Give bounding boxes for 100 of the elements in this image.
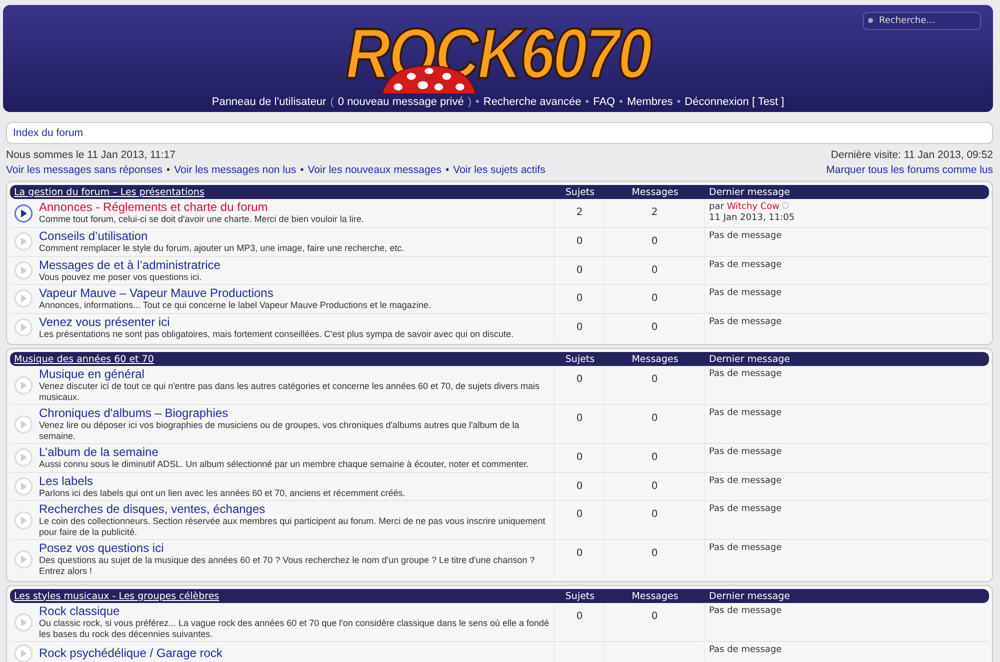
last-post-text: Pas de message <box>709 504 782 514</box>
header-nav-link[interactable]: Recherche avancée <box>483 96 582 108</box>
separator-text: ) <box>468 96 472 108</box>
last-post-date: 11 Jan 2013, 11:05 <box>709 213 796 224</box>
header-nav-link[interactable]: Membres <box>626 96 673 108</box>
forum-title[interactable]: Vapeur Mauve – Vapeur Mauve Productions <box>39 287 274 300</box>
topic-count: 0 <box>576 548 583 559</box>
column-header: Sujets <box>564 186 596 198</box>
column-header: Messages <box>630 590 680 602</box>
forum-description: Parlons ici des labels qui ont un lien avec les années 60 et 70, anciens et récemment créés. <box>39 488 406 498</box>
last-post-text: Pas de message <box>709 316 782 326</box>
post-count: 0 <box>651 509 658 520</box>
header-nav-link[interactable]: 0 nouveau message privé <box>338 96 464 108</box>
forum-description: Le coin des collectionneurs. Section réservée aux membres qui participent au forum. Merci de ne pas vous inscrire uniquement pour faire de la publicité. <box>39 516 546 537</box>
last-post-text: Pas de message <box>709 260 782 270</box>
category-title[interactable]: La gestion du forum – Les présentations <box>10 186 204 198</box>
column-header: Dernier message <box>708 186 792 198</box>
post-count: 0 <box>651 264 658 276</box>
topic-count: 0 <box>576 322 583 332</box>
header-nav-link[interactable]: Panneau de l’utilisateur <box>212 96 326 108</box>
header-nav-link[interactable]: Déconnexion [ Test ] <box>684 96 784 108</box>
forum-description: Venez lire ou déposer ici vos biographies de musiciens ou de groupes, vos chroniques d'albums autres que l'album de la semaine. <box>39 420 520 441</box>
nav-link[interactable]: Voir les sujets actifs <box>453 163 546 178</box>
last-post-text: Pas de message <box>709 369 782 379</box>
forum-description: Comme tout forum, celui-ci se doit d'avoir une charte. Merci de bien vouloir la lire. <box>39 214 364 225</box>
topic-count: 2 <box>576 207 583 218</box>
post-count: 0 <box>651 293 658 304</box>
topic-count: 0 <box>576 452 583 463</box>
column-header: Dernier message <box>708 354 792 364</box>
forum-description: Comment remplacer le style du forum, ajouter un MP3, une image, faire une recherche, etc. <box>39 243 404 254</box>
last-post-text: Pas de message <box>709 447 782 457</box>
separator-text: ( <box>330 96 334 108</box>
forum-title[interactable]: Venez vous présenter ici <box>39 316 170 328</box>
post-count: 0 <box>651 322 658 332</box>
topic-count: 0 <box>576 611 583 622</box>
forum-title[interactable]: Recherches de disques, ventes, échanges <box>39 503 266 516</box>
last-post-text: Pas de message <box>709 231 782 241</box>
topic-count: 0 <box>576 236 583 247</box>
forum-title[interactable]: L’album de la semaine <box>39 446 158 459</box>
forum-title[interactable]: Les labels <box>39 474 94 488</box>
separator-text: • <box>445 163 450 178</box>
goto-post-icon[interactable] <box>782 202 790 209</box>
forum-description: Vous pouvez me poser vos questions ici. <box>39 272 202 282</box>
forum-description: Des questions au sujet de la musique des années 60 et 70 ? Vous recherchez le nom d'un groupe ? Le titre d'une chanson ? Entrez alors ! <box>39 555 536 576</box>
last-post-text: Pas de message <box>709 645 782 655</box>
column-header: Sujets <box>564 590 596 602</box>
last-post-author: par Witchy Cow <box>709 202 985 213</box>
post-count: 0 <box>651 413 658 424</box>
topic-count: 0 <box>576 413 583 424</box>
separator-text: • <box>166 163 170 178</box>
forum-title[interactable]: Messages de et à l’administratrice <box>39 258 220 272</box>
post-count: 0 <box>651 236 658 247</box>
nav-link[interactable]: Voir les messages non lus <box>174 163 296 178</box>
last-post-text: Pas de message <box>709 606 782 616</box>
forum-title[interactable]: Rock psychédélique / Garage rock <box>39 647 222 660</box>
breadcrumb-link[interactable]: Index du forum <box>13 127 84 139</box>
forum-description: Les présentations ne sont pas obligatoires, mais fortement conseillées. C'est plus sympa de savoir avec qui on discute. <box>39 328 514 339</box>
current-time-text: Nous sommes le 11 Jan 2013, 11:17 <box>6 148 176 163</box>
column-header: Messages <box>630 186 680 198</box>
forum-title[interactable]: Posez vos questions ici <box>39 542 164 555</box>
last-post-text: Pas de message <box>709 288 782 298</box>
separator-text: • <box>619 96 623 108</box>
separator-text: • <box>300 163 304 178</box>
last-post-text: Pas de message <box>709 408 782 418</box>
separator-text: • <box>585 96 590 108</box>
column-header: Messages <box>630 354 680 364</box>
post-count: 2 <box>651 207 658 218</box>
last-visit-text: Dernière visite: 11 Jan 2013, 09:52 <box>830 148 993 163</box>
forum-description: Annonces, informations... Tout ce qui concerne le label Vapeur Mauve Productions et le magazine. <box>39 300 431 310</box>
bullet-icon <box>868 18 873 23</box>
nav-link[interactable]: Voir les nouveaux messages <box>308 163 442 178</box>
forum-title[interactable]: Chroniques d'albums – Biographies <box>39 407 228 420</box>
topic-count: 0 <box>576 480 583 492</box>
mark-read-link[interactable]: Marquer tous les forums comme lus <box>826 163 993 178</box>
last-post-text: Pas de message <box>709 476 782 486</box>
forum-description: Venez discuter ici de tout ce qui n'entre pas dans les autres catégories et concerne les années 60 et 70, de sujets divers mais musicaux. <box>39 381 541 402</box>
nav-link[interactable]: Voir les messages sans réponses <box>6 163 162 178</box>
forum-title[interactable]: Rock classique <box>39 605 120 618</box>
topic-count: 0 <box>576 264 583 276</box>
search-field[interactable]: Recherche… <box>863 12 981 30</box>
separator-text: • <box>476 96 480 108</box>
column-header: Sujets <box>564 354 596 364</box>
category-title[interactable]: Musique des années 60 et 70 <box>10 354 154 364</box>
column-header: Dernier message <box>708 590 792 602</box>
post-count: 0 <box>651 548 658 559</box>
forum-description: Aussi connu sous le diminutif ADSL. Un album sélectionné par un membre chaque semaine à écouter, noter et commenter. <box>39 459 529 470</box>
topic-count: 0 <box>576 293 583 304</box>
forum-title[interactable]: Conseils d’utilisation <box>39 230 148 243</box>
forum-description: Ou classic rock, si vous préférez... La vague rock des années 60 et 70 que l'on considère classique dans le sens où elle a fondé les bases du rock des décennies suivantes. <box>39 618 550 639</box>
forum-title[interactable]: Annonces - Réglements et charte du forum <box>39 201 268 214</box>
forum-title[interactable]: Musique en général <box>39 368 144 381</box>
category-title[interactable]: Les styles musicaux - Les groupes célèbres <box>10 590 220 602</box>
post-count: 0 <box>651 611 658 622</box>
post-count: 0 <box>651 452 658 463</box>
post-count: 0 <box>651 374 658 385</box>
header-nav-link[interactable]: FAQ <box>593 96 616 108</box>
post-count: 0 <box>651 480 658 492</box>
topic-count: 0 <box>576 374 583 385</box>
topic-count: 0 <box>576 509 583 520</box>
separator-text: • <box>676 96 681 108</box>
